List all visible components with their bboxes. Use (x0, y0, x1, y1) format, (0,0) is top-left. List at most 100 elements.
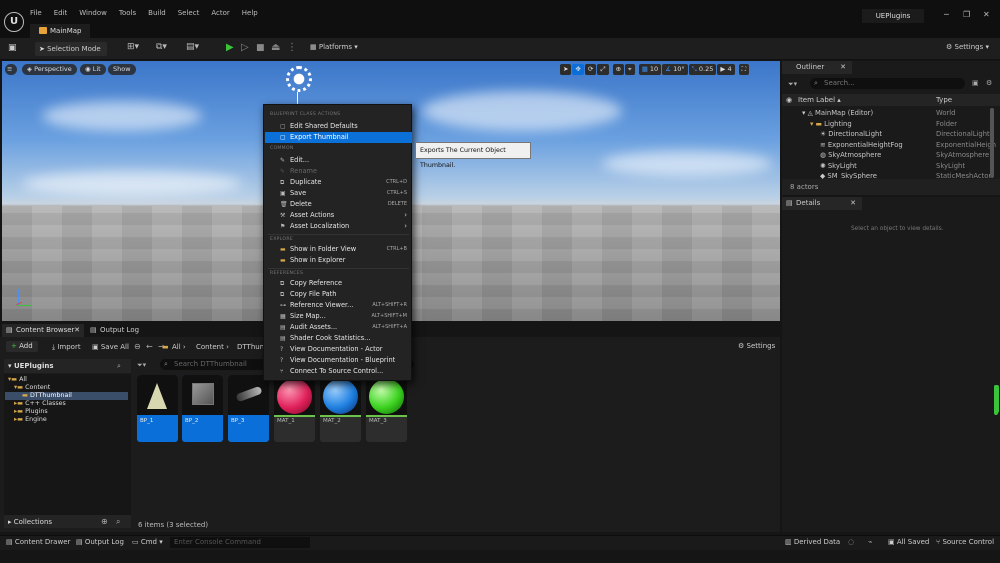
filter-icon[interactable]: ⏷▾ (137, 361, 146, 370)
close-tab-icon[interactable]: ✕ (840, 61, 846, 74)
asset-tile-bp2[interactable]: BP_2 (182, 375, 223, 442)
outliner-tab[interactable]: Outliner ✕ (782, 61, 852, 74)
menu-copy-file-path[interactable]: ⧉ Copy File Path (265, 289, 412, 300)
asset-tile-mat2[interactable]: MAT_2 (320, 375, 361, 442)
tree-item-selected[interactable]: ▬ DTThumbnail (22, 392, 72, 399)
tree-item[interactable]: ▾▬ Content (14, 384, 50, 391)
maximize-icon[interactable]: ❐ (963, 10, 970, 19)
cb-settings-button[interactable]: ⚙ Settings (738, 342, 775, 350)
breadcrumb-all[interactable]: All › (172, 343, 186, 351)
add-collection-icon[interactable]: ⊕ (101, 517, 108, 526)
filter-icon[interactable]: ⏷▾ (788, 80, 797, 89)
outliner-settings-icon[interactable]: ⚙ (986, 79, 992, 87)
world-local-icon[interactable]: ⊕ (612, 64, 625, 75)
outliner-row-folder[interactable]: ▾ ▬ Lighting (810, 119, 852, 130)
add-button[interactable]: + Add (6, 341, 38, 352)
menu-duplicate[interactable]: ⧉ Duplicate CTRL+D (265, 177, 412, 188)
save-all-button[interactable]: ▣ Save All (92, 343, 129, 351)
derived-data-button[interactable]: ▥ Derived Data (785, 538, 840, 546)
rotate-tool-icon[interactable]: ⟳ (584, 64, 597, 75)
tree-item[interactable]: ▾▬ All (8, 376, 27, 383)
menu-doc-actor[interactable]: ? View Documentation - Actor (265, 344, 412, 355)
move-tool-icon[interactable]: ✥ (572, 64, 584, 75)
unknown-status-icon[interactable]: ⌁ (868, 538, 872, 546)
import-button[interactable]: ⤓ Import (52, 343, 81, 352)
menu-edit-shared-defaults[interactable]: ▢ Edit Shared Defaults (265, 121, 412, 132)
close-icon[interactable]: ✕ (983, 10, 990, 19)
menu-doc-blueprint[interactable]: ? View Documentation - Blueprint (265, 355, 412, 366)
menu-tools[interactable]: Tools (119, 9, 136, 17)
menu-connect-source-control[interactable]: ⑂ Connect To Source Control... (265, 366, 412, 377)
eject-icon[interactable]: ⏏ (271, 42, 280, 53)
menu-file[interactable]: File (30, 9, 42, 17)
menu-select[interactable]: Select (178, 9, 200, 17)
close-tab-icon[interactable]: ✕ (850, 197, 856, 210)
selection-mode-button[interactable]: ➤ Selection Mode ▾ (35, 42, 107, 67)
menu-shader-cook-statistics[interactable]: ▤ Shader Cook Statistics... (265, 333, 412, 344)
settings-button[interactable]: ⚙ Settings ▾ (946, 43, 989, 51)
menu-asset-actions[interactable]: ⚒ Asset Actions › (265, 210, 412, 221)
outliner-row-actor[interactable]: ◍ SkyAtmosphere (820, 150, 881, 161)
outliner-search-input[interactable]: Search... (810, 78, 965, 89)
menu-window[interactable]: Window (79, 9, 107, 17)
menu-show-in-folder-view[interactable]: ▬ Show in Folder View CTRL+B (265, 244, 412, 255)
perspective-button[interactable]: ◈ Perspective (22, 64, 77, 75)
project-root[interactable]: ▾ UEPlugins (8, 362, 54, 370)
menu-help[interactable]: Help (242, 9, 258, 17)
outliner-row-actor[interactable]: ☀ DirectionalLight (820, 129, 882, 140)
minimize-icon[interactable]: ─ (944, 10, 949, 19)
menu-edit[interactable]: ✎ Edit... (265, 155, 412, 166)
menu-build[interactable]: Build (148, 9, 166, 17)
unreal-logo-icon[interactable]: U (4, 12, 24, 32)
menu-export-thumbnail[interactable]: ▢ Export Thumbnail (265, 132, 412, 143)
asset-tile-mat1[interactable]: MAT_1 (274, 375, 315, 442)
add-folder-icon[interactable]: ▣ (972, 79, 979, 87)
rotation-snap-button[interactable]: ∡ 10° (662, 64, 688, 75)
lit-button[interactable]: ◉ Lit (80, 64, 106, 75)
play-icon[interactable]: ▶ (226, 42, 234, 53)
menu-delete[interactable]: 🗑 Delete DELETE (265, 199, 412, 210)
outliner-row-actor[interactable]: ✺ SkyLight (820, 161, 857, 172)
menu-show-in-explorer[interactable]: ▬ Show in Explorer (265, 255, 412, 266)
menu-copy-reference[interactable]: ⧉ Copy Reference (265, 278, 412, 289)
tree-item[interactable]: ▸▬ Engine (14, 416, 47, 423)
outliner-row-actor[interactable]: ≋ ExponentialHeightFog (820, 140, 903, 151)
item-label-header[interactable]: Item Label ▴ (798, 96, 841, 104)
menu-save[interactable]: ▣ Save CTRL+S (265, 188, 412, 199)
grid-snap-button[interactable]: ▦ 10 (638, 64, 662, 75)
menu-reference-viewer[interactable]: ⊶ Reference Viewer... ALT+SHIFT+R (265, 300, 412, 311)
asset-tile-mat3[interactable]: MAT_3 (366, 375, 407, 442)
save-icon[interactable]: ▣ (8, 43, 17, 53)
type-header[interactable]: Type (936, 96, 952, 104)
content-browser-tab[interactable]: ▤ Content Browser ✕ (2, 324, 84, 337)
menu-size-map[interactable]: ▦ Size Map... ALT+SHIFT+M (265, 311, 412, 322)
select-tool-icon[interactable]: ➤ (560, 64, 572, 75)
add-actor-icon[interactable]: ⊞▾ (127, 42, 139, 52)
history-icon[interactable]: ⊖ (134, 342, 141, 351)
tree-item[interactable]: ▸▬ C++ Classes (14, 400, 66, 407)
cmd-button[interactable]: ▭ Cmd ▾ (132, 538, 163, 546)
show-button[interactable]: Show (108, 64, 136, 75)
notifications-icon[interactable]: ◌ (848, 538, 854, 546)
asset-tile-bp3[interactable]: BP_3 (228, 375, 269, 442)
side-scrollbar[interactable] (994, 385, 998, 415)
platforms-button[interactable]: ▦ Platforms ▾ (310, 43, 358, 51)
surface-snap-icon[interactable]: ⌖ (625, 64, 635, 75)
details-tab[interactable]: ▤ Details ✕ (782, 197, 862, 210)
directional-light-icon[interactable] (286, 66, 312, 92)
scale-tool-icon[interactable]: ⤢ (597, 64, 609, 75)
output-log-button[interactable]: ▤ Output Log (76, 538, 124, 546)
collections-header[interactable]: ▸ Collections (8, 518, 52, 526)
outliner-scrollbar[interactable] (990, 108, 994, 178)
viewport-menu-icon[interactable]: ≡ (5, 64, 17, 75)
output-log-tab[interactable]: ▤ Output Log (88, 324, 148, 337)
breadcrumb-content[interactable]: Content › (196, 343, 229, 351)
stop-icon[interactable]: ■ (256, 43, 265, 53)
play-options-icon[interactable]: ⋮ (287, 42, 297, 53)
back-icon[interactable]: ← (146, 342, 153, 351)
visibility-icon[interactable]: ◉ (786, 96, 792, 104)
search-icon[interactable]: ⌕ (117, 362, 121, 371)
console-input[interactable]: Enter Console Command (170, 537, 310, 548)
menu-edit[interactable]: Edit (54, 9, 68, 17)
outliner-row-world[interactable]: ▾ ◬ MainMap (Editor) (802, 108, 873, 119)
